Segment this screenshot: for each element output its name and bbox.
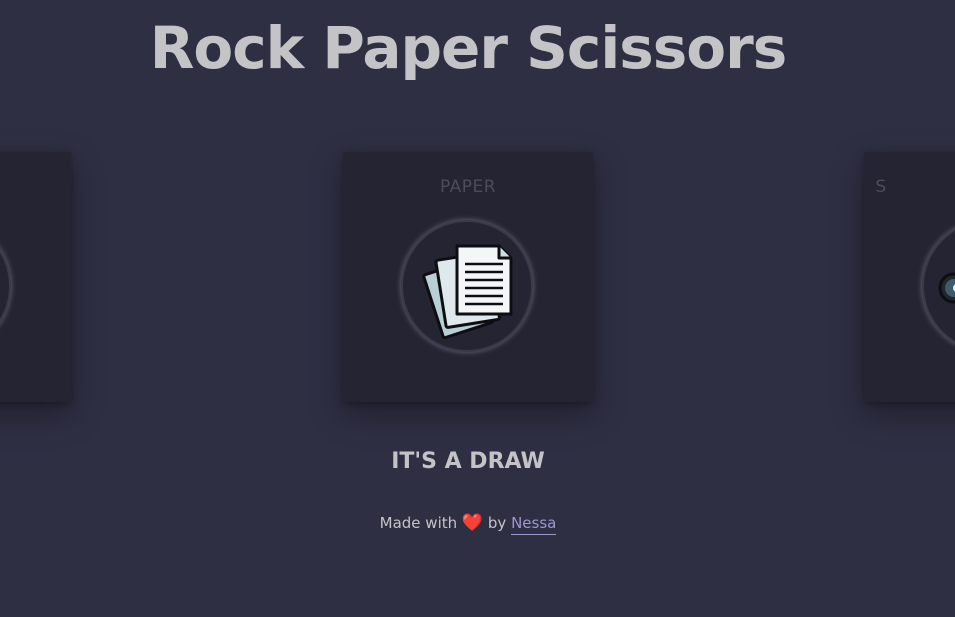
card-label: PAPER <box>439 177 497 197</box>
scissors-circle <box>924 222 955 350</box>
page: Rock Paper Scissors PAPER S IT'S A DRAW … <box>0 0 955 617</box>
rock-icon <box>0 222 9 350</box>
paper-circle <box>403 222 531 350</box>
scissors-icon <box>938 272 955 304</box>
card-label: S <box>875 177 887 197</box>
footer-made-with: Made with <box>379 514 458 532</box>
result-text: IT'S A DRAW <box>391 449 545 474</box>
author-link[interactable]: Nessa <box>511 514 557 535</box>
choice-card-rock[interactable] <box>0 152 71 402</box>
choice-card-paper[interactable]: PAPER <box>343 152 593 402</box>
footer-by: by <box>487 514 507 532</box>
choice-card-scissors[interactable]: S <box>864 152 955 402</box>
paper-icon <box>422 244 513 340</box>
page-title: Rock Paper Scissors <box>149 14 787 82</box>
heart-icon: ❤️ <box>461 513 484 533</box>
footer: Made with ❤️ by Nessa <box>0 513 936 535</box>
